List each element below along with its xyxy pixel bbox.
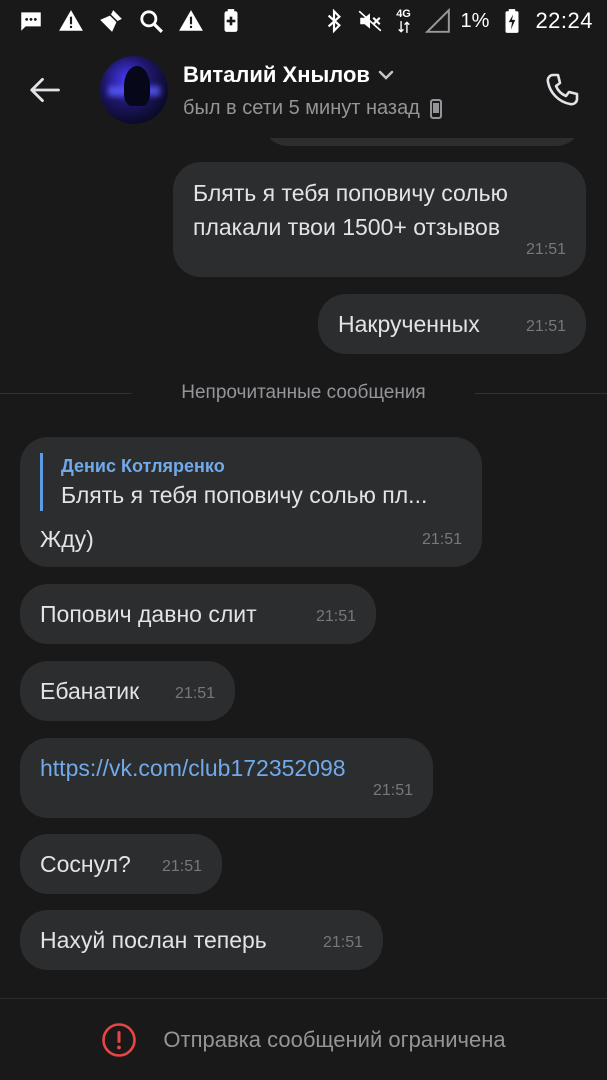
battery-saver-icon (218, 8, 244, 34)
reply-preview: Блять я тебя поповичу солью пл... (61, 482, 428, 508)
status-bar-system: 4G 1% 22:24 (321, 8, 593, 34)
last-seen-text: был в сети 5 минут назад (183, 97, 420, 119)
avatar[interactable] (100, 56, 168, 124)
message-text: Нахуй послан теперь (40, 927, 267, 953)
message-list[interactable]: Блять я тебя поповичу солью плакали твои… (0, 118, 607, 998)
message-time: 21:51 (372, 782, 413, 799)
clean-icon (98, 8, 124, 34)
message-text: Соснул? (40, 851, 131, 877)
battery-percent: 1% (460, 9, 490, 32)
back-button[interactable] (26, 72, 66, 108)
chat-screen: 4G 1% 22:24 Блять я тебя поповичу солью … (0, 0, 607, 1080)
warning-circle-icon (102, 1022, 137, 1057)
mobile-data-icon: 4G (393, 8, 415, 34)
back-arrow-icon (30, 77, 60, 103)
status-bar-notifications (18, 8, 244, 34)
contact-name: Виталий Хнылов (183, 62, 370, 87)
bluetooth-icon (321, 8, 347, 34)
contact-name-button[interactable]: Виталий Хнылов (183, 62, 394, 88)
message-time: 21:51 (322, 934, 363, 951)
avatar-figure (124, 66, 150, 106)
separator-line (475, 393, 607, 394)
incoming-message[interactable]: Нахуй послан теперь 21:51 (20, 910, 383, 970)
message-icon (18, 8, 44, 34)
message-time: 21:51 (315, 608, 356, 625)
messaging-restricted-bar: Отправка сообщений ограничена (0, 998, 607, 1080)
quoted-reply[interactable]: Денис Котляренко Блять я тебя поповичу с… (40, 453, 460, 511)
message-time: 21:51 (161, 858, 202, 875)
network-type-label: 4G (396, 7, 411, 20)
message-time: 21:51 (525, 241, 566, 258)
message-text: Жду) (40, 526, 94, 552)
mobile-device-icon (429, 98, 442, 119)
signal-icon (424, 8, 451, 34)
unread-separator: Непрочитанные сообщения (0, 376, 607, 410)
alert-icon (178, 8, 204, 34)
unread-separator-label: Непрочитанные сообщения (165, 382, 442, 404)
message-text: Блять я тебя поповичу солью плакали твои… (193, 180, 508, 240)
incoming-message-link[interactable]: https://vk.com/club172352098 21:51 (20, 738, 433, 818)
chat-header: Виталий Хнылов был в сети 5 минут назад (0, 42, 607, 138)
incoming-message[interactable]: Соснул? 21:51 (20, 834, 222, 894)
battery-charging-icon (499, 8, 525, 34)
chevron-down-icon (378, 70, 394, 80)
message-text: Накрученных (338, 311, 480, 337)
call-button[interactable] (540, 68, 584, 112)
messaging-restricted-text: Отправка сообщений ограничена (163, 1026, 506, 1052)
reply-author: Денис Котляренко (61, 456, 225, 476)
alert-icon (58, 8, 84, 34)
incoming-message[interactable]: Ебанатик 21:51 (20, 661, 235, 721)
message-time: 21:51 (174, 685, 215, 702)
status-bar: 4G 1% 22:24 (0, 0, 607, 42)
message-link[interactable]: https://vk.com/club172352098 (40, 755, 346, 781)
message-time: 21:51 (525, 318, 566, 335)
incoming-message[interactable]: Попович давно слит 21:51 (20, 584, 376, 644)
incoming-message-reply[interactable]: Денис Котляренко Блять я тебя поповичу с… (20, 437, 482, 567)
mute-icon (357, 8, 383, 34)
message-text: Ебанатик (40, 678, 140, 704)
message-time: 21:51 (421, 531, 462, 548)
phone-call-icon (546, 73, 579, 106)
outgoing-message[interactable]: Накрученных 21:51 (318, 294, 586, 354)
search-icon (138, 8, 164, 34)
message-text: Попович давно слит (40, 601, 257, 627)
outgoing-message[interactable]: Блять я тебя поповичу солью плакали твои… (173, 162, 586, 277)
clock: 22:24 (535, 8, 593, 33)
separator-line (0, 393, 132, 394)
contact-status: был в сети 5 минут назад (183, 97, 442, 120)
